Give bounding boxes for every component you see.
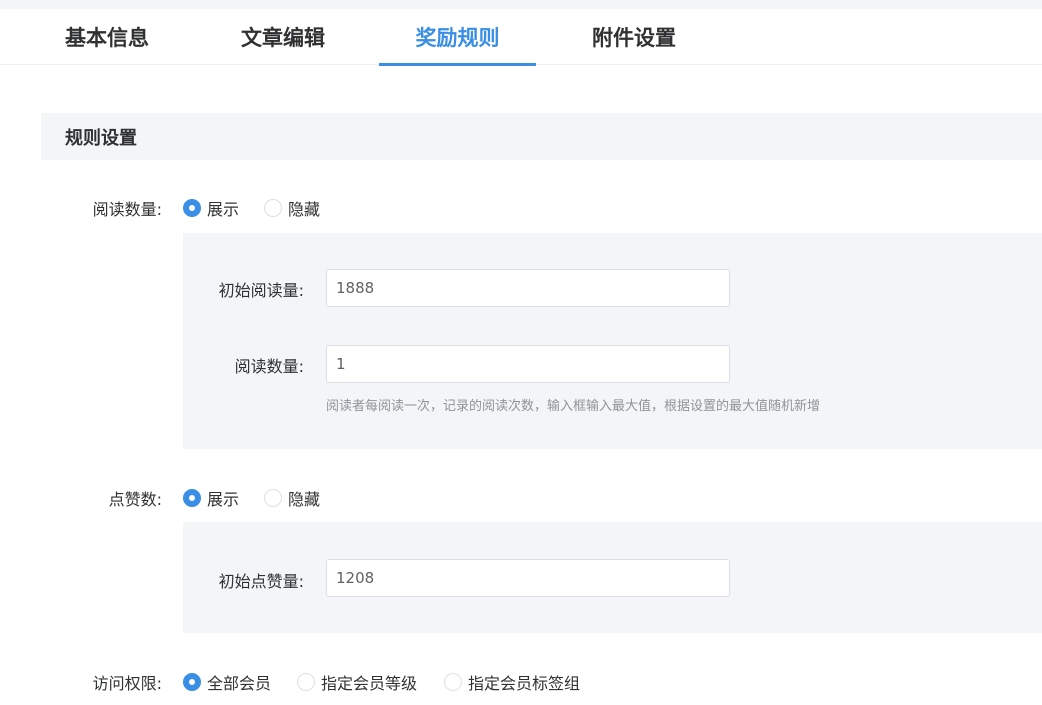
likes-panel: 初始点赞量:: [183, 522, 1042, 633]
radio-checked-icon: [183, 673, 201, 691]
read-count-hint: 阅读者每阅读一次，记录的阅读次数，输入框输入最大值，根据设置的最大值随机新增: [326, 399, 821, 414]
radio-label: 全部会员: [207, 674, 272, 693]
radio-unchecked-icon: [297, 673, 315, 691]
tab-attachment-settings[interactable]: 附件设置: [568, 9, 700, 65]
likes-show-radio[interactable]: 展示: [183, 486, 239, 510]
radio-label: 展示: [207, 200, 240, 219]
tab-bar: 基本信息 文章编辑 奖励规则 附件设置: [0, 9, 1042, 66]
read-count-show-radio[interactable]: 展示: [183, 196, 239, 220]
initial-read-input[interactable]: [326, 269, 730, 307]
likes-hide-radio[interactable]: 隐藏: [264, 486, 320, 510]
likes-label: 点赞数:: [108, 490, 162, 509]
top-strip: [0, 0, 1042, 9]
read-count-panel: 初始阅读量: 阅读数量: 阅读者每阅读一次，记录的阅读次数，输入框输入最大值，根…: [183, 233, 1042, 449]
radio-unchecked-icon: [264, 489, 282, 507]
access-all-members-radio[interactable]: 全部会员: [183, 670, 271, 694]
initial-likes-input[interactable]: [326, 559, 730, 597]
read-count-label: 阅读数量:: [92, 200, 162, 219]
tab-reward-rules[interactable]: 奖励规则: [379, 9, 536, 66]
section-title: 规则设置: [65, 127, 137, 149]
initial-read-label: 初始阅读量:: [218, 281, 304, 300]
access-label: 访问权限:: [92, 674, 162, 693]
radio-label: 展示: [207, 490, 240, 509]
read-count-field-label: 阅读数量:: [234, 357, 304, 376]
radio-unchecked-icon: [264, 199, 282, 217]
radio-checked-icon: [183, 199, 201, 217]
radio-label: 隐藏: [288, 200, 321, 219]
radio-checked-icon: [183, 489, 201, 507]
access-member-level-radio[interactable]: 指定会员等级: [297, 670, 417, 694]
radio-label: 指定会员等级: [321, 674, 418, 693]
read-count-hide-radio[interactable]: 隐藏: [264, 196, 320, 220]
access-member-tag-radio[interactable]: 指定会员标签组: [444, 670, 580, 694]
tab-basic-info[interactable]: 基本信息: [41, 9, 173, 65]
initial-likes-label: 初始点赞量:: [218, 572, 304, 591]
tab-article-edit[interactable]: 文章编辑: [217, 9, 349, 65]
radio-label: 指定会员标签组: [468, 674, 581, 693]
radio-label: 隐藏: [288, 490, 321, 509]
section-header: 规则设置: [41, 113, 1042, 160]
radio-unchecked-icon: [444, 673, 462, 691]
read-count-input[interactable]: [326, 345, 730, 383]
